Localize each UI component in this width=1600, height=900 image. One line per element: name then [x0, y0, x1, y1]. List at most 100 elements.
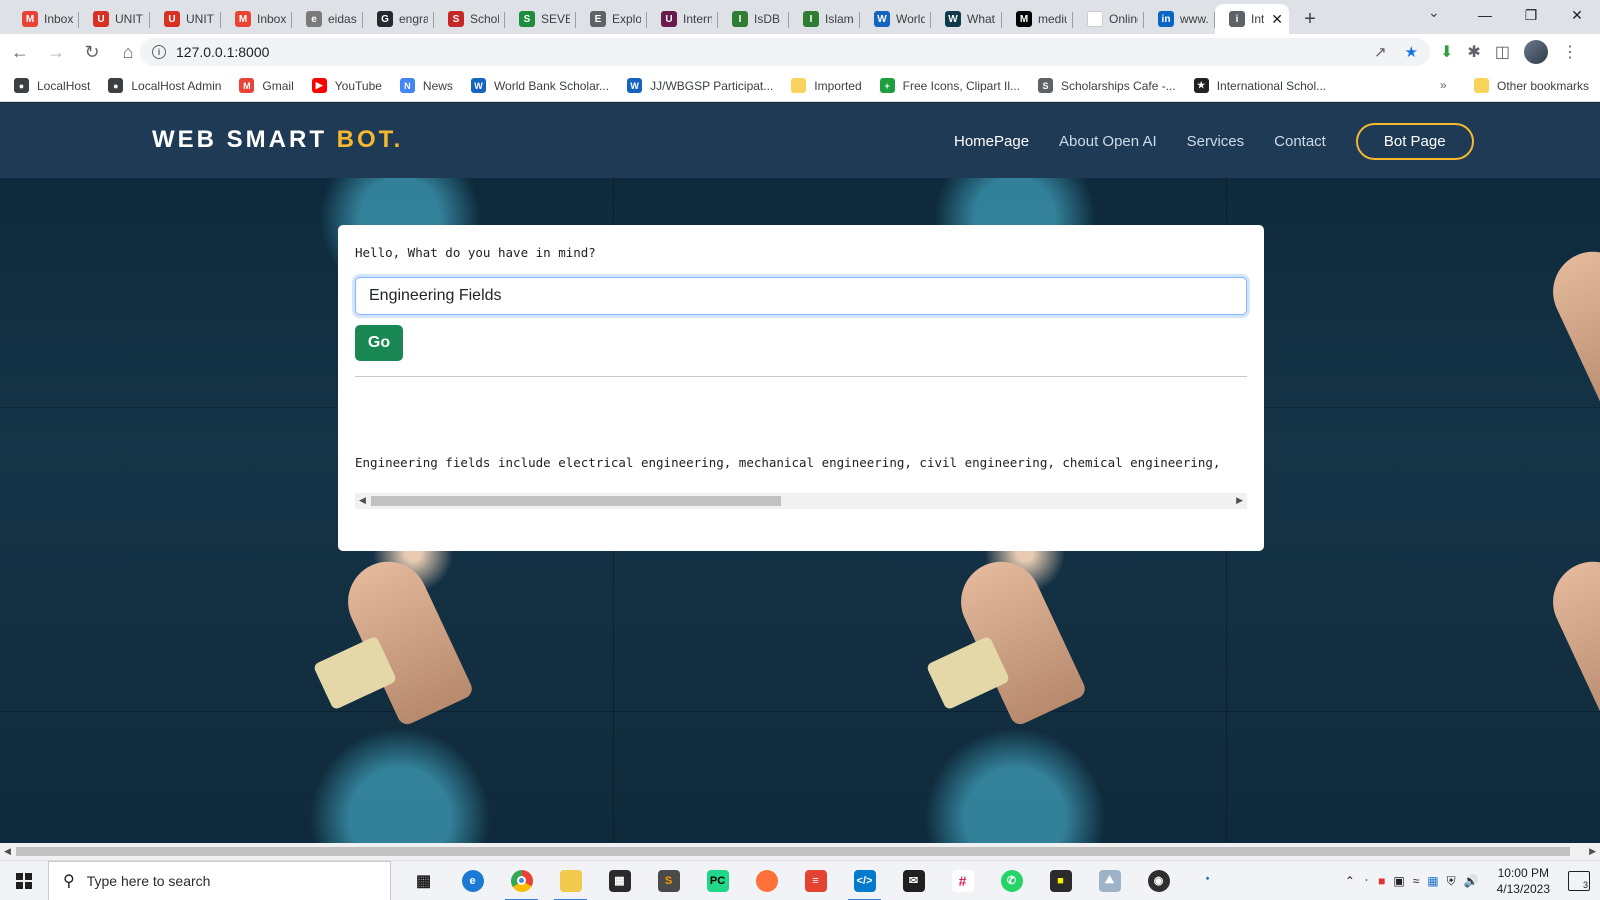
scroll-right-icon[interactable]: ▶: [1236, 495, 1243, 506]
start-button[interactable]: [0, 861, 48, 900]
nav-link-about-openai[interactable]: About Open AI: [1059, 133, 1157, 150]
scrollbar-thumb[interactable]: [371, 496, 781, 506]
profile-avatar[interactable]: [1523, 40, 1548, 64]
response-horizontal-scrollbar[interactable]: ◀ ▶: [355, 493, 1247, 509]
minimize-icon[interactable]: —: [1462, 0, 1508, 30]
tab-title: Online: [1109, 12, 1138, 26]
browser-tab[interactable]: M Inbox: [221, 4, 292, 34]
bookmark-item[interactable]: N News: [399, 78, 453, 93]
go-button[interactable]: Go: [355, 325, 403, 361]
close-icon[interactable]: ✕: [1554, 0, 1600, 30]
download-extension-icon[interactable]: ⬇: [1440, 42, 1453, 62]
wifi-icon[interactable]: ≈: [1413, 874, 1420, 888]
scroll-left-icon[interactable]: ◀: [4, 846, 11, 857]
nav-link-services[interactable]: Services: [1187, 133, 1245, 150]
bookmark-item[interactable]: ● LocalHost Admin: [108, 78, 221, 93]
tab-favicon-icon: M: [235, 11, 251, 27]
browser-tab[interactable]: in www.l: [1144, 4, 1215, 34]
bot-page-button[interactable]: Bot Page: [1355, 123, 1474, 160]
store-icon[interactable]: ▦: [595, 861, 644, 900]
todoist-icon[interactable]: ≡: [791, 861, 840, 900]
firefox-icon[interactable]: [742, 861, 791, 900]
file-explorer-icon[interactable]: [546, 861, 595, 900]
bookmark-item[interactable]: ● LocalHost: [14, 78, 90, 93]
tray-app-icon[interactable]: ■: [1378, 874, 1385, 888]
notification-center-icon[interactable]: 3: [1568, 871, 1590, 891]
site-logo[interactable]: WEB SMART BOT.: [152, 126, 403, 154]
tab-search-icon[interactable]: ⌄: [1428, 4, 1440, 21]
browser-tab[interactable]: S SEVE (: [505, 4, 576, 34]
browser-tab[interactable]: M Inbox: [8, 4, 79, 34]
tab-close-icon[interactable]: ✕: [1271, 11, 1283, 28]
bookmark-item[interactable]: W World Bank Scholar...: [470, 78, 609, 93]
bluetooth-icon[interactable]: ᛫: [1363, 874, 1370, 888]
bookmark-item[interactable]: + Free Icons, Clipart Il...: [879, 78, 1020, 93]
bookmark-star-icon[interactable]: ★: [1405, 43, 1418, 61]
browser-tab[interactable]: W World: [860, 4, 931, 34]
address-bar[interactable]: i 127.0.0.1:8000 ↗ ★: [140, 38, 1430, 66]
browser-tab-active[interactable]: i Int ✕: [1215, 4, 1289, 34]
browser-menu-icon[interactable]: ⋮: [1562, 42, 1578, 62]
browser-tab[interactable]: E Explor: [576, 4, 647, 34]
reload-icon[interactable]: ↻: [76, 36, 108, 68]
bookmark-item[interactable]: M Gmail: [239, 78, 294, 93]
browser-tab[interactable]: W What: [931, 4, 1002, 34]
back-icon[interactable]: ←: [4, 36, 36, 68]
obs-icon[interactable]: ◉: [1134, 861, 1183, 900]
browser-tab[interactable]: Online: [1073, 4, 1144, 34]
bookmark-item[interactable]: ▶ YouTube: [311, 78, 382, 93]
scrollbar-thumb[interactable]: [16, 847, 1570, 856]
bookmark-favicon-icon: ●: [108, 78, 124, 93]
bookmarks-overflow-icon[interactable]: »: [1440, 78, 1447, 92]
bookmark-item[interactable]: ★ International Schol...: [1193, 78, 1326, 93]
browser-tab[interactable]: Mmediu: [1002, 4, 1073, 34]
battery-icon[interactable]: ▣: [1393, 874, 1404, 888]
scroll-right-icon[interactable]: ▶: [1589, 846, 1596, 857]
pycharm-icon[interactable]: PC: [693, 861, 742, 900]
other-bookmarks-folder[interactable]: Other bookmarks: [1474, 78, 1589, 93]
page-horizontal-scrollbar[interactable]: ◀ ▶: [0, 843, 1600, 860]
browser-tab[interactable]: S Schola: [434, 4, 505, 34]
url-text[interactable]: 127.0.0.1:8000: [176, 44, 269, 60]
chrome-icon[interactable]: [497, 861, 546, 900]
forward-icon[interactable]: →: [40, 36, 72, 68]
restore-icon[interactable]: ❐: [1508, 0, 1554, 30]
mail-icon[interactable]: ✉: [889, 861, 938, 900]
browser-tab[interactable]: U UNITE: [79, 4, 150, 34]
browser-tab[interactable]: e eidas.r: [292, 4, 363, 34]
slack-icon[interactable]: #: [938, 861, 987, 900]
nav-link-homepage[interactable]: HomePage: [954, 133, 1029, 150]
taskbar-search[interactable]: ⚲ Type here to search: [48, 860, 391, 900]
browser-tab[interactable]: Gengray: [363, 4, 434, 34]
clock[interactable]: 10:00 PM 4/13/2023: [1497, 865, 1550, 897]
security-icon[interactable]: ⛨: [1447, 874, 1456, 889]
task-view-icon[interactable]: ▦: [399, 861, 448, 900]
edge-icon[interactable]: e: [448, 861, 497, 900]
bluetooth-app-icon[interactable]: ᛫: [1183, 861, 1232, 900]
query-input[interactable]: [355, 277, 1247, 315]
scroll-left-icon[interactable]: ◀: [359, 495, 366, 506]
site-info-icon[interactable]: i: [152, 45, 166, 59]
nav-link-contact[interactable]: Contact: [1274, 133, 1326, 150]
browser-tab[interactable]: I IsDB S: [718, 4, 789, 34]
extensions-puzzle-icon[interactable]: ✱: [1467, 42, 1480, 62]
network-icon[interactable]: ▦: [1427, 874, 1438, 888]
bookmark-item[interactable]: Imported: [791, 78, 862, 93]
photos-icon[interactable]: ⛰: [1085, 861, 1134, 900]
tray-overflow-icon[interactable]: ⌃: [1345, 874, 1355, 888]
new-tab-button[interactable]: +: [1295, 4, 1325, 34]
vscode-icon[interactable]: </>: [840, 861, 889, 900]
sublime-text-icon[interactable]: S: [644, 861, 693, 900]
side-panel-icon[interactable]: ◫: [1495, 42, 1510, 62]
tab-favicon-icon: U: [93, 11, 109, 27]
browser-tab[interactable]: I Islami: [789, 4, 860, 34]
volume-icon[interactable]: 🔊: [1464, 874, 1479, 888]
browser-tab[interactable]: U UNITE: [150, 4, 221, 34]
bookmark-item[interactable]: W JJ/WBGSP Participat...: [627, 78, 773, 93]
browser-tab[interactable]: U Intern: [647, 4, 718, 34]
share-icon[interactable]: ↗: [1374, 43, 1387, 61]
sticky-notes-icon[interactable]: ■: [1036, 861, 1085, 900]
bookmark-item[interactable]: S Scholarships Cafe -...: [1038, 78, 1176, 93]
bookmark-favicon-icon: W: [627, 78, 643, 93]
whatsapp-icon[interactable]: ✆: [987, 861, 1036, 900]
